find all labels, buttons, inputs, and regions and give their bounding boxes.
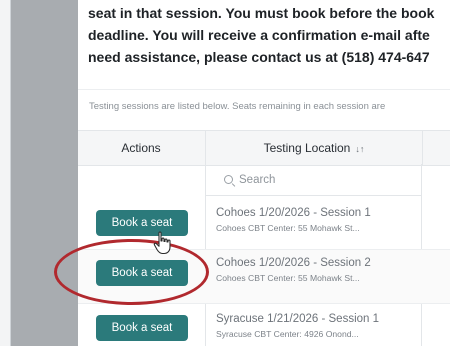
location-cell: Cohoes 1/20/2026 - Session 2 Cohoes CBT … xyxy=(216,255,416,285)
annotation-circle xyxy=(54,239,209,305)
location-search-filter xyxy=(206,165,421,196)
session-name: Syracuse 1/21/2026 - Session 1 xyxy=(216,313,380,325)
side-panel xyxy=(11,0,78,346)
book-a-seat-button[interactable]: Book a seat xyxy=(96,210,188,236)
intro-paragraph: seat in that session. You must book befo… xyxy=(88,2,450,68)
table-header: Actions Testing Location ↓↑ xyxy=(78,130,450,166)
divider xyxy=(78,89,450,90)
intro-line: need assistance, please contact us at (5… xyxy=(88,49,430,65)
location-cell: Cohoes 1/20/2026 - Session 1 Cohoes CBT … xyxy=(216,205,416,235)
session-address: Syracuse CBT Center: 4926 Onond... xyxy=(216,329,359,339)
window-gutter xyxy=(0,0,11,346)
session-address: Cohoes CBT Center: 55 Mohawk St... xyxy=(216,223,360,233)
hand-pointer-cursor-icon xyxy=(153,231,171,255)
session-address: Cohoes CBT Center: 55 Mohawk St... xyxy=(216,273,360,283)
intro-line: seat in that session. You must book befo… xyxy=(88,5,435,21)
book-a-seat-button[interactable]: Book a seat xyxy=(96,315,188,341)
column-header-label: Testing Location xyxy=(263,141,351,155)
search-icon xyxy=(224,175,233,184)
sessions-table: Actions Testing Location ↓↑ Book a seat C… xyxy=(78,130,450,346)
sessions-hint-text: Testing sessions are listed below. Seats… xyxy=(89,101,386,112)
session-name: Cohoes 1/20/2026 - Session 2 xyxy=(216,257,371,269)
location-cell: Syracuse 1/21/2026 - Session 1 Syracuse … xyxy=(216,311,416,341)
column-header-testing-location[interactable]: Testing Location ↓↑ xyxy=(205,131,423,165)
column-header-actions: Actions xyxy=(121,141,161,155)
intro-line: deadline. You will receive a confirmatio… xyxy=(88,27,430,43)
search-input[interactable] xyxy=(239,171,409,189)
table-row: Book a seat Syracuse 1/21/2026 - Session… xyxy=(78,304,450,346)
session-name: Cohoes 1/20/2026 - Session 1 xyxy=(216,207,371,219)
sort-arrows-icon[interactable]: ↓↑ xyxy=(355,144,364,154)
